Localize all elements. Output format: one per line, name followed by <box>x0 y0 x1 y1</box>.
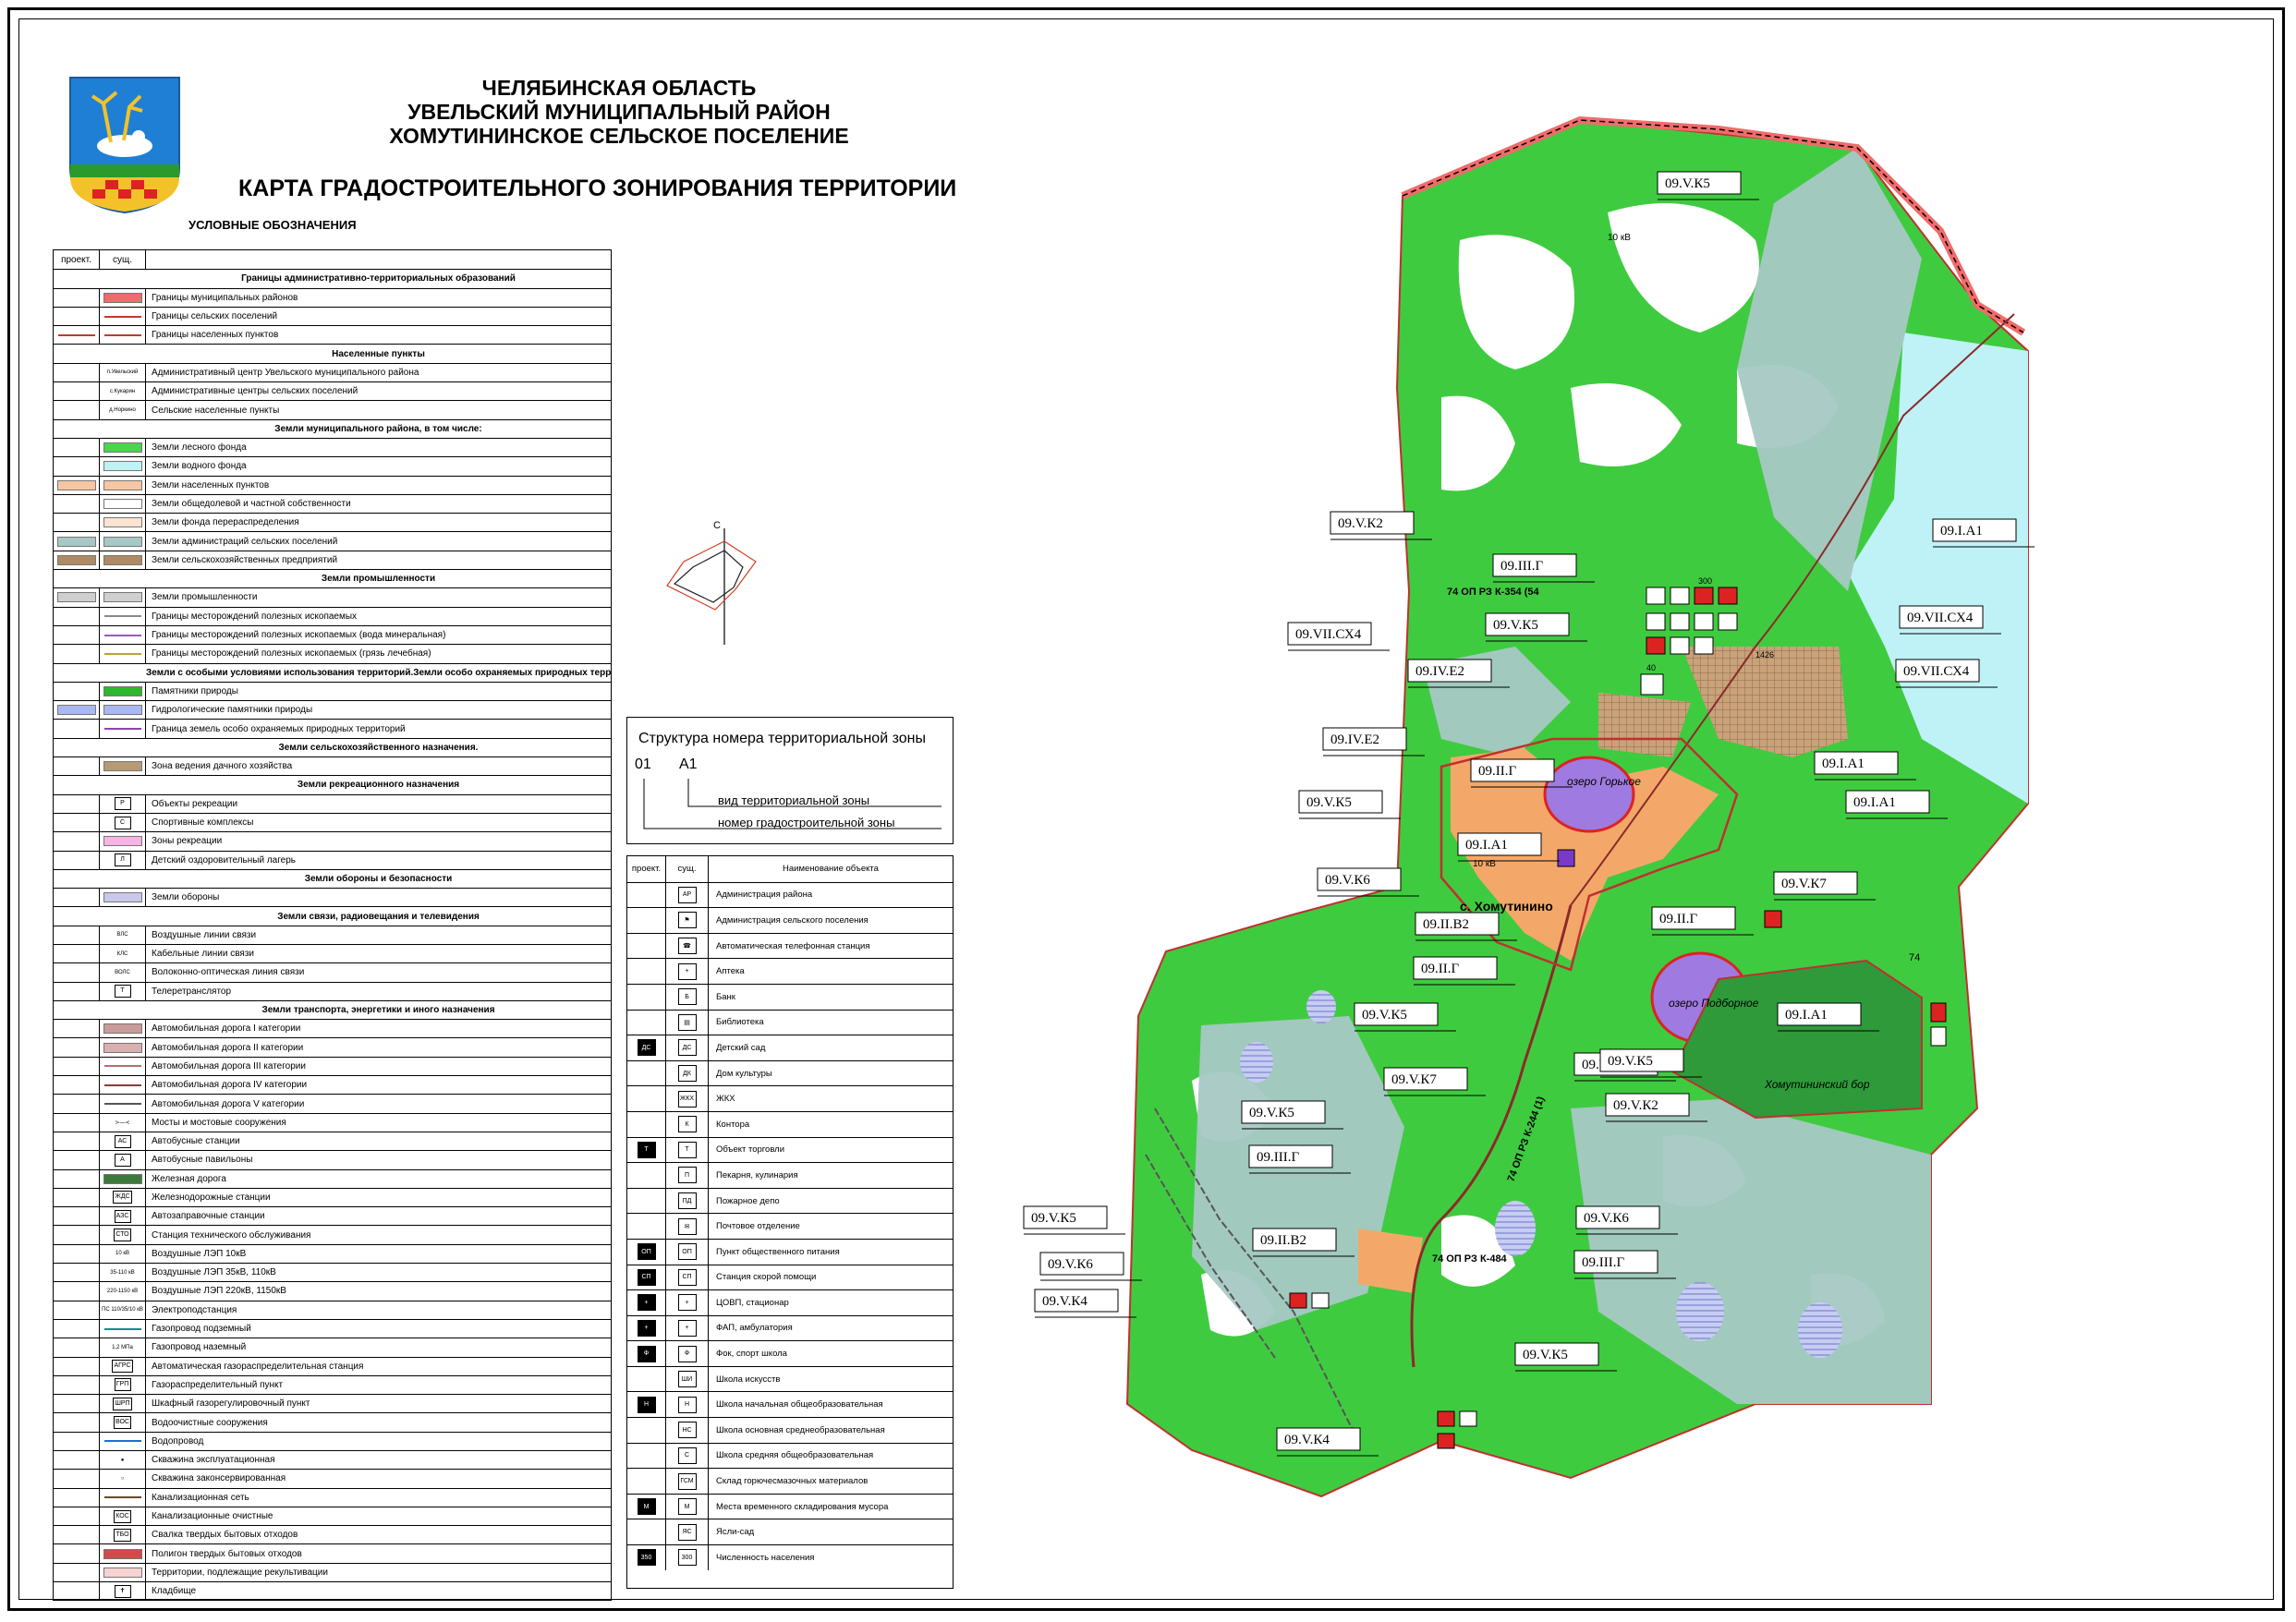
power-line-label-1: 10 кВ <box>1608 233 1631 243</box>
zone-label: 09.VII.СХ4 <box>1903 664 1970 679</box>
road-label-1: 74 ОП РЗ К-354 (54 <box>1447 587 1540 598</box>
zone-label: 09.V.К6 <box>1584 1211 1629 1226</box>
zone-label: 09.VII.СХ4 <box>1295 627 1362 642</box>
zone-label: 09.III.Г <box>1582 1255 1624 1270</box>
zone-label: 09.V.К5 <box>1493 618 1538 633</box>
zone-label: 09.V.К5 <box>1665 176 1710 191</box>
village-label: с. Хомутинино <box>1460 899 1553 914</box>
road-label-2: 74 ОП РЗ К-484 <box>1432 1253 1508 1265</box>
forest-label: Хомутининский бор <box>1764 1078 1870 1091</box>
zone-label: 09.V.К7 <box>1781 877 1827 891</box>
zone-label: 09.IV.Е2 <box>1330 732 1379 747</box>
zone-label: 09.I.А1 <box>1822 757 1865 771</box>
zone-label: 09.V.К5 <box>1249 1106 1294 1120</box>
lake-gorkoe <box>1543 756 1635 833</box>
zone-label: 09.I.А1 <box>1465 838 1508 853</box>
zone-label: 09.VII.СХ4 <box>1907 611 1974 625</box>
zone-label: 09.V.К7 <box>1391 1072 1437 1087</box>
road-label-4: 74 <box>1909 952 1920 963</box>
population-label-3: 40 <box>1646 663 1656 672</box>
zone-label: 09.V.К5 <box>1362 1008 1407 1023</box>
zone-label: 09.IV.Е2 <box>1415 664 1464 679</box>
zone-label: 09.V.К5 <box>1031 1211 1076 1226</box>
zone-label: 09.II.Г <box>1659 912 1697 926</box>
lake-gorkoe-label: озеро Горькое <box>1567 775 1641 788</box>
zone-label: 09.III.Г <box>1257 1150 1299 1165</box>
zone-label: 09.V.К4 <box>1284 1433 1330 1447</box>
zone-label: 09.V.К4 <box>1042 1294 1087 1309</box>
zone-label: 09.V.К5 <box>1608 1054 1653 1069</box>
zone-label: 09.V.К2 <box>1613 1098 1658 1113</box>
zone-label: 09.II.В2 <box>1423 917 1469 932</box>
zone-label: 09.II.В2 <box>1260 1233 1306 1248</box>
lake-podbornoe-label: озеро Подборное <box>1669 997 1759 1010</box>
population-label-2: 1426 <box>1755 650 1774 660</box>
zone-label: 09.V.К6 <box>1048 1257 1093 1272</box>
zone-label: 09.I.А1 <box>1853 795 1896 810</box>
zone-label: 09.V.К5 <box>1306 795 1352 810</box>
zoning-map: с. Хомутинино озеро Горькое озеро Подбор… <box>1023 115 2035 1498</box>
zone-label: 09.I.А1 <box>1940 524 1983 539</box>
zone-label: 09.V.К6 <box>1325 873 1370 888</box>
zone-label: 09.V.К5 <box>1523 1348 1568 1362</box>
population-label-1: 300 <box>1698 576 1712 586</box>
zone-label: 09.II.Г <box>1421 962 1459 976</box>
zone-label: 09.I.А1 <box>1785 1008 1828 1023</box>
zone-label: 09.V.К2 <box>1338 516 1383 531</box>
zone-label: 09.III.Г <box>1500 559 1543 574</box>
zone-label: 09.II.Г <box>1478 764 1516 779</box>
